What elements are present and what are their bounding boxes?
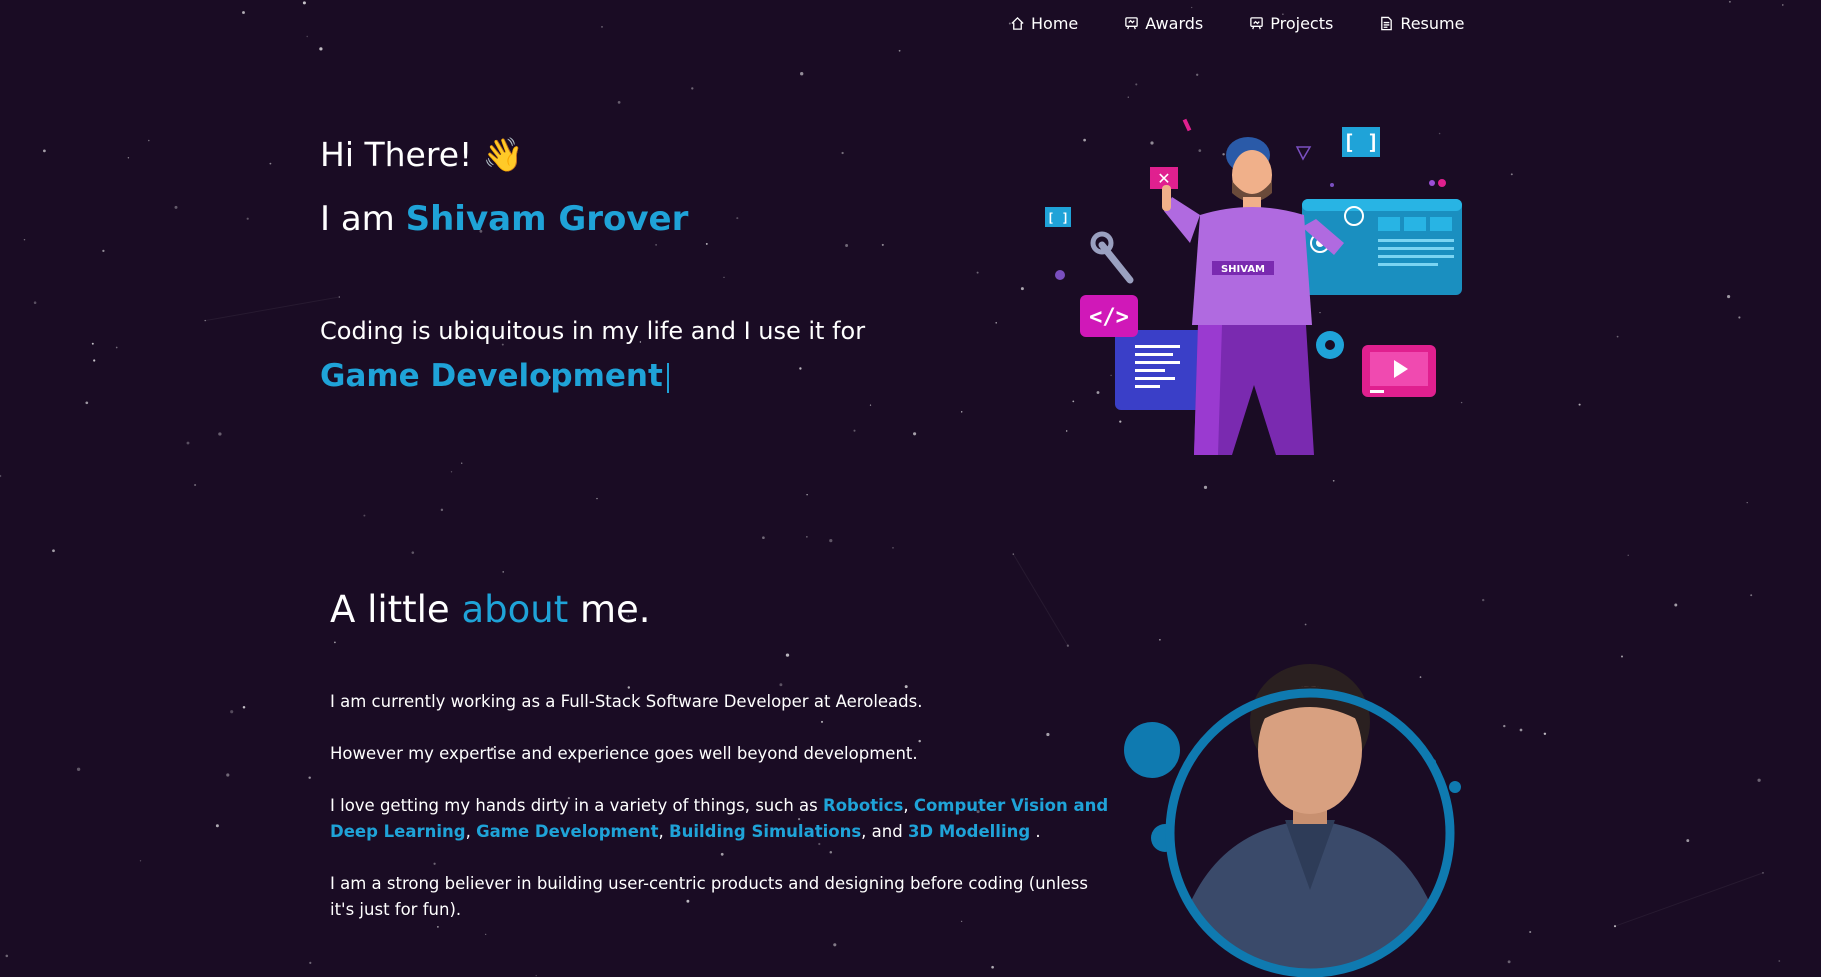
- nav-resume-label: Resume: [1400, 14, 1465, 33]
- typed-text: Game Development: [320, 358, 663, 394]
- typewriter-text: Game Development: [320, 358, 669, 394]
- shirt-label: SHIVAM: [1221, 264, 1265, 275]
- svg-text:✕: ✕: [1157, 169, 1170, 188]
- intro-prefix: I am: [320, 199, 406, 239]
- intro-heading: I am Shivam Grover: [320, 199, 688, 239]
- about-paragraph-1: I am currently working as a Full-Stack S…: [330, 692, 923, 711]
- greeting-text: Hi There!: [320, 135, 473, 174]
- developer-illustration: [ ] [ ] </> ✕ SHIVAM: [1045, 118, 1462, 455]
- about-title-highlight: about: [461, 588, 569, 631]
- nav-awards[interactable]: Awards: [1124, 14, 1203, 33]
- skill-link-game-development[interactable]: Game Development: [476, 822, 658, 841]
- about-title-suffix: me.: [568, 588, 651, 631]
- svg-text:[ ]: [ ]: [1047, 211, 1069, 225]
- skill-link-robotics[interactable]: Robotics: [823, 796, 903, 815]
- projects-icon: [1250, 17, 1264, 30]
- wave-emoji-icon: 👋: [482, 135, 524, 174]
- name-highlight: Shivam Grover: [405, 199, 689, 239]
- top-navigation: Home Awards Projects Resume: [1010, 14, 1464, 33]
- nav-projects-label: Projects: [1270, 14, 1334, 33]
- skill-separator: ,: [658, 822, 670, 841]
- skill-separator: ,: [465, 822, 477, 841]
- tagline: Coding is ubiquitous in my life and I us…: [320, 317, 866, 345]
- skill-link-building-simulations[interactable]: Building Simulations: [669, 822, 861, 841]
- nav-awards-label: Awards: [1145, 14, 1204, 33]
- resume-icon: [1381, 16, 1393, 31]
- typing-cursor: [666, 362, 669, 393]
- about-p3-prefix: I love getting my hands dirty in a varie…: [330, 796, 823, 815]
- skill-separator: ,: [903, 796, 914, 815]
- about-body: I am currently working as a Full-Stack S…: [330, 689, 1110, 949]
- svg-text:</>: </>: [1089, 305, 1129, 330]
- about-paragraph-4: I am a strong believer in building user-…: [330, 874, 1089, 919]
- about-title-prefix: A little: [330, 588, 462, 631]
- greeting-heading: Hi There! 👋: [320, 135, 524, 175]
- nav-home-label: Home: [1031, 14, 1079, 33]
- skill-link-3d-modelling[interactable]: 3D Modelling: [908, 822, 1030, 841]
- about-paragraph-2: However my expertise and experience goes…: [330, 744, 918, 763]
- awards-icon: [1125, 17, 1139, 30]
- svg-text:[ ]: [ ]: [1343, 130, 1379, 154]
- nav-projects[interactable]: Projects: [1249, 14, 1333, 33]
- skill-separator-and: , and: [861, 822, 908, 841]
- home-icon: [1011, 16, 1024, 30]
- about-heading: A little about me.: [330, 588, 651, 631]
- profile-avatar: [1124, 664, 1461, 977]
- nav-resume[interactable]: Resume: [1379, 14, 1464, 33]
- about-paragraph-3: I love getting my hands dirty in a varie…: [330, 793, 1110, 845]
- about-p3-suffix: .: [1030, 822, 1041, 841]
- nav-home[interactable]: Home: [1010, 14, 1078, 33]
